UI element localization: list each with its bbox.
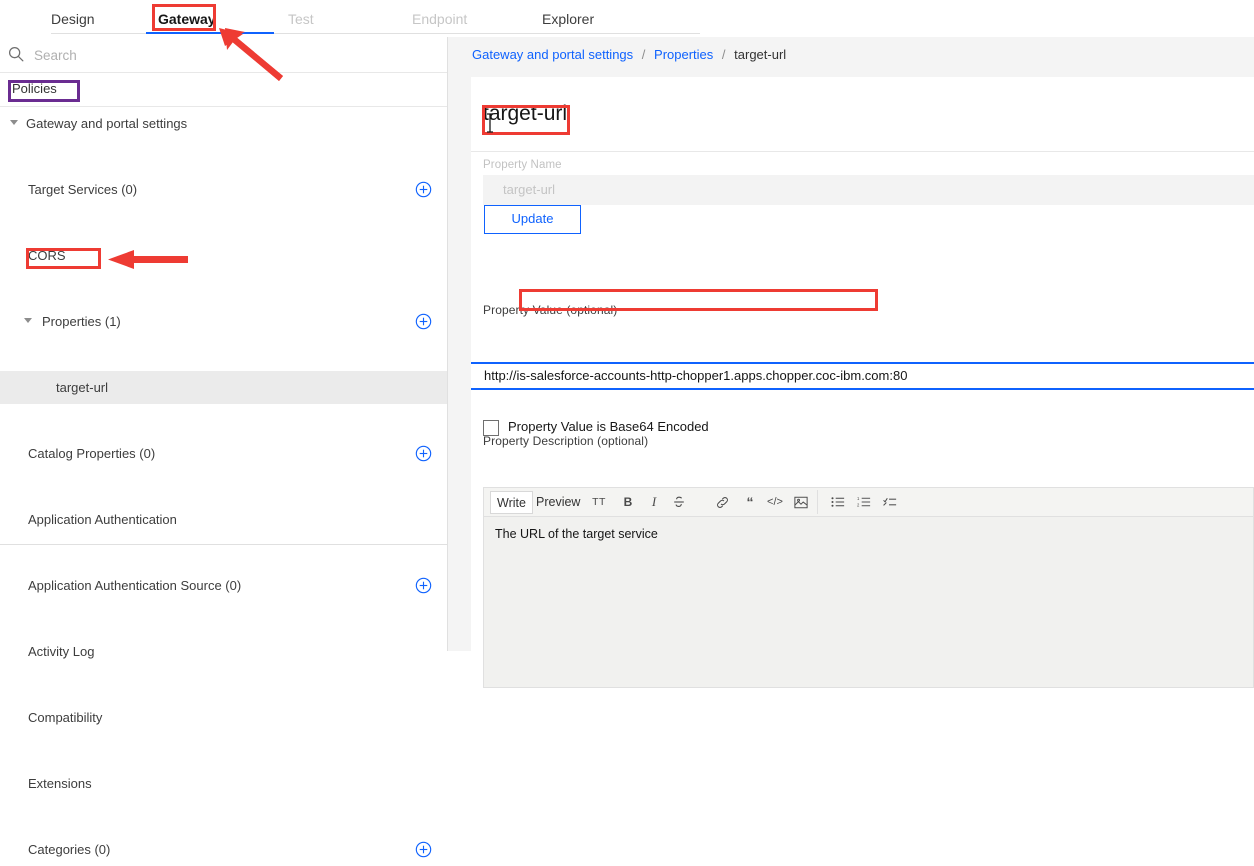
property-value-label: Property Value (optional): [483, 303, 617, 317]
editor-content-area[interactable]: The URL of the target service: [484, 517, 1253, 687]
add-icon[interactable]: [415, 445, 432, 462]
tab-endpoint[interactable]: Endpoint: [412, 11, 467, 27]
italic-icon[interactable]: I: [644, 492, 664, 512]
tree-item-label: Categories (0): [28, 842, 110, 857]
policies-label: Policies: [12, 81, 57, 96]
task-list-icon[interactable]: [880, 492, 900, 512]
tab-test[interactable]: Test: [288, 11, 314, 27]
tab-underline-active: [146, 32, 274, 34]
tree-item-label: CORS: [28, 248, 66, 263]
property-name-input: target-url: [483, 175, 1254, 205]
tab-underline-explorer: [535, 33, 700, 34]
tree-item-target-services[interactable]: Target Services (0): [0, 173, 448, 206]
tree-item-label: Application Authentication Source (0): [28, 578, 241, 593]
property-value-input[interactable]: http://is-salesforce-accounts-http-chopp…: [471, 362, 1254, 390]
property-name-label: Property Name: [483, 159, 562, 171]
add-icon[interactable]: [415, 181, 432, 198]
svg-text:2: 2: [857, 503, 860, 508]
breadcrumb-current: target-url: [734, 47, 786, 62]
tree-item-label: Catalog Properties (0): [28, 446, 155, 461]
code-icon[interactable]: </>: [765, 492, 785, 512]
tree-item-label: Application Authentication: [28, 512, 177, 527]
editor-tab-write[interactable]: Write: [490, 491, 533, 514]
chevron-down-icon[interactable]: [10, 120, 18, 125]
image-icon[interactable]: [791, 492, 811, 512]
settings-tree: Gateway and portal settings Target Servi…: [0, 107, 448, 503]
editor-toolbar: Write Preview TT B I: [484, 488, 1253, 517]
search-input[interactable]: [32, 43, 416, 67]
property-value-wrapper: http://is-salesforce-accounts-http-chopp…: [471, 362, 1254, 390]
tab-gateway[interactable]: Gateway: [158, 11, 216, 27]
bulleted-list-icon[interactable]: [828, 492, 848, 512]
tree-item-extensions[interactable]: Extensions: [0, 767, 448, 800]
tab-explorer[interactable]: Explorer: [542, 11, 594, 27]
tree-item-label: Compatibility: [28, 710, 102, 725]
tree-item-target-url[interactable]: target-url: [0, 371, 448, 404]
breadcrumb-separator-2: /: [722, 47, 726, 62]
tree-bottom-divider: [0, 544, 448, 545]
tab-underline-inactive-left: [51, 33, 146, 34]
add-icon[interactable]: [415, 841, 432, 858]
tree-item-categories[interactable]: Categories (0): [0, 833, 448, 866]
editor-description-text: The URL of the target service: [495, 527, 658, 541]
left-navigation-panel: Policies Gateway and portal settings Tar…: [0, 37, 448, 651]
breadcrumb-link-parent[interactable]: Properties: [654, 47, 713, 62]
tree-item-catalog-properties[interactable]: Catalog Properties (0): [0, 437, 448, 470]
title-divider: [471, 151, 1254, 152]
svg-text:1: 1: [857, 496, 860, 501]
numbered-list-icon[interactable]: 1 2: [854, 492, 874, 512]
tree-item-label: Properties (1): [42, 314, 121, 329]
editor-tab-preview[interactable]: Preview: [536, 492, 580, 512]
toolbar-separator: [817, 490, 818, 514]
page-title: target-url: [483, 102, 567, 126]
tree-item-label: target-url: [56, 380, 108, 395]
add-icon[interactable]: [415, 313, 432, 330]
strikethrough-icon[interactable]: [669, 492, 689, 512]
detail-panel: Gateway and portal settings / Properties…: [448, 37, 1254, 651]
search-icon: [7, 45, 25, 63]
update-button[interactable]: Update: [484, 205, 581, 234]
tab-design[interactable]: Design: [51, 11, 95, 27]
base64-checkbox-label: Property Value is Base64 Encoded: [508, 419, 709, 434]
tree-item-gateway-and-portal-settings[interactable]: Gateway and portal settings: [0, 107, 448, 140]
markdown-editor: Write Preview TT B I: [483, 487, 1254, 688]
property-detail-card: target-url Property Name target-url Upda…: [471, 77, 1254, 651]
quote-icon[interactable]: “: [740, 492, 760, 512]
tree-item-compatibility[interactable]: Compatibility: [0, 701, 448, 734]
tree-item-application-authentication-source[interactable]: Application Authentication Source (0): [0, 569, 448, 602]
tree-item-label: Target Services (0): [28, 182, 137, 197]
property-description-label: Property Description (optional): [483, 434, 648, 448]
link-icon[interactable]: [712, 492, 732, 512]
tree-item-label: Extensions: [28, 776, 92, 791]
search-row: [0, 37, 448, 73]
tree-item-application-authentication[interactable]: Application Authentication: [0, 503, 448, 536]
chevron-down-icon[interactable]: [24, 318, 32, 323]
policies-row[interactable]: Policies: [0, 73, 448, 107]
tree-item-activity-log[interactable]: Activity Log: [0, 635, 448, 668]
tree-item-label: Activity Log: [28, 644, 94, 659]
tree-item-cors[interactable]: CORS: [0, 239, 448, 272]
tree-item-label: Gateway and portal settings: [26, 116, 187, 131]
tree-item-properties[interactable]: Properties (1): [0, 305, 448, 338]
breadcrumb-link-root[interactable]: Gateway and portal settings: [472, 47, 633, 62]
breadcrumb-separator-1: /: [642, 47, 646, 62]
bold-icon[interactable]: B: [618, 492, 638, 512]
add-icon[interactable]: [415, 577, 432, 594]
top-tab-bar: Design Gateway Test Endpoint Explorer: [0, 0, 1254, 37]
breadcrumb: Gateway and portal settings / Properties…: [472, 47, 786, 67]
text-size-icon[interactable]: TT: [589, 492, 609, 512]
